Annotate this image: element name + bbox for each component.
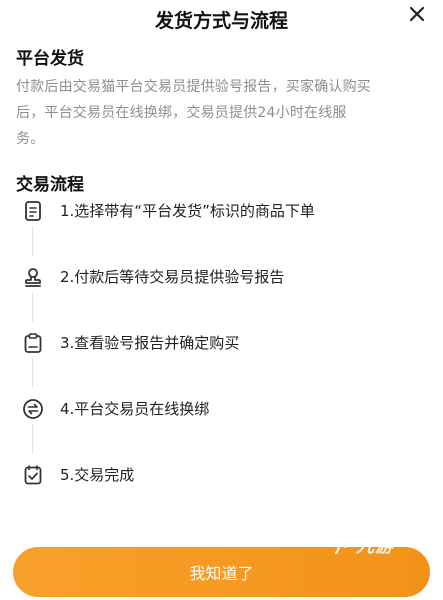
close-icon (409, 6, 425, 26)
close-button[interactable] (404, 3, 430, 29)
dialog-header: 发货方式与流程 (0, 0, 443, 36)
document-icon (20, 198, 46, 224)
description-line: 务。 (16, 131, 45, 147)
step-connector (32, 292, 34, 322)
step-label: 3.查看验号报告并确定购买 (60, 334, 240, 352)
process-step-5: 5.交易完成 (0, 454, 443, 494)
step-label: 5.交易完成 (60, 466, 135, 484)
watermark-text: 九游 (356, 536, 394, 557)
step-connector (32, 358, 34, 388)
step-label: 2.付款后等待交易员提供验号报告 (60, 268, 285, 286)
step-label: 4.平台交易员在线换绑 (60, 400, 210, 418)
step-connector (32, 424, 34, 454)
step-label: 1.选择带有“平台发货”标识的商品下单 (60, 202, 315, 220)
process-step-3: 3.查看验号报告并确定购买 (0, 322, 443, 362)
process-step-4: 4.平台交易员在线换绑 (0, 388, 443, 428)
description-line: 付款后由交易猫平台交易员提供验号报告，买家确认购买 (16, 79, 371, 95)
description-line: 后，平台交易员在线换绑，交易员提供24小时在线服 (16, 105, 347, 121)
process-step-1: 1.选择带有“平台发货”标识的商品下单 (0, 190, 443, 230)
platform-shipping-description: 付款后由交易猫平台交易员提供验号报告，买家确认购买 后，平台交易员在线换绑，交易… (16, 74, 430, 152)
watermark-mark-icon (334, 533, 347, 555)
process-step-2: 2.付款后等待交易员提供验号报告 (0, 256, 443, 296)
clipboard-icon (20, 330, 46, 356)
dialog-title: 发货方式与流程 (154, 10, 288, 32)
watermark-logo: 九游 (330, 530, 410, 560)
check-clipboard-icon (20, 462, 46, 488)
seal-icon (20, 264, 46, 290)
shipping-method-dialog: 发货方式与流程 平台发货 付款后由交易猫平台交易员提供验号报告，买家确认购买 后… (0, 0, 443, 600)
step-connector (32, 226, 34, 256)
platform-shipping-heading: 平台发货 (16, 49, 84, 69)
confirm-button-label: 我知道了 (189, 564, 254, 583)
swap-icon (20, 396, 46, 422)
